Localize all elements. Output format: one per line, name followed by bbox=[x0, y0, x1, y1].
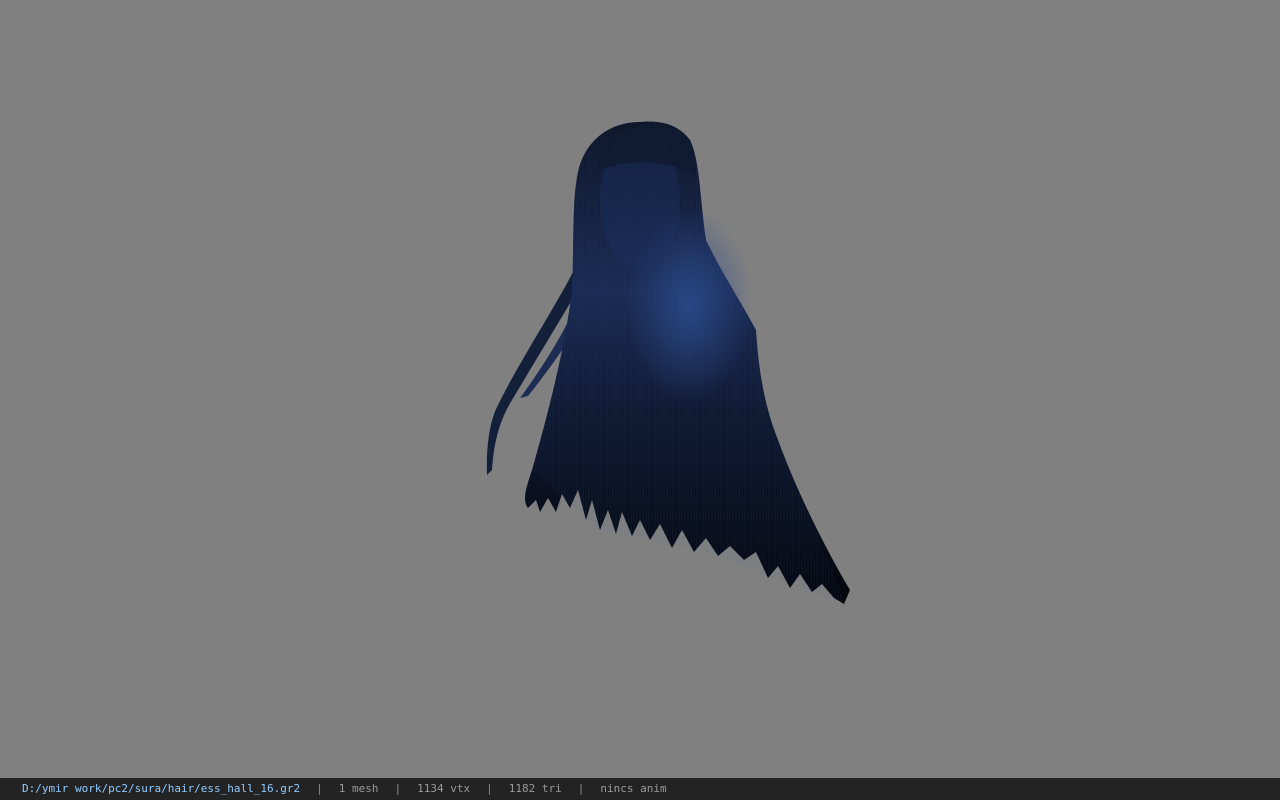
separator: | bbox=[316, 782, 323, 795]
3d-viewport[interactable] bbox=[0, 0, 1280, 778]
hair-model-render bbox=[486, 121, 850, 605]
separator: | bbox=[394, 782, 402, 795]
status-bar: D:/ymir work/pc2/sura/hair/ess_hall_16.g… bbox=[0, 778, 1280, 800]
file-path-label: D:/ymir work/pc2/sura/hair/ess_hall_16.g… bbox=[22, 782, 301, 795]
mesh-count-label: 1 mesh bbox=[338, 782, 379, 795]
separator: | bbox=[486, 782, 493, 795]
separator: | bbox=[577, 782, 585, 795]
triangle-count-label: 1182 tri bbox=[508, 782, 562, 795]
anim-status-label: nincs anim bbox=[600, 782, 667, 795]
vertex-count-label: 1134 vtx bbox=[417, 782, 471, 795]
